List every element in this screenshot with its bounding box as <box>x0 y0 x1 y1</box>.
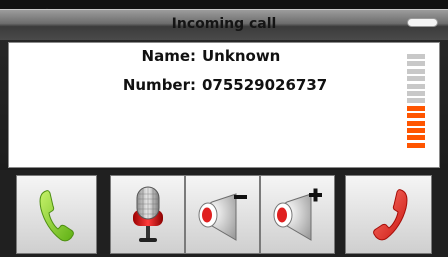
volume-level-indicator <box>407 54 425 150</box>
mute-microphone-button[interactable] <box>110 175 185 254</box>
caller-number-row: Number: 075529026737 <box>9 76 441 96</box>
caller-name-row: Name: Unknown <box>9 47 441 67</box>
microphone-icon <box>128 184 168 246</box>
reject-call-button[interactable] <box>345 175 432 254</box>
speaker-minus-icon <box>194 186 252 244</box>
volume-segment <box>407 135 425 141</box>
volume-segment <box>407 128 425 133</box>
window-title: Incoming call <box>171 16 277 32</box>
volume-segment <box>407 76 425 82</box>
volume-segment <box>407 142 425 148</box>
title-bar: Incoming call <box>0 9 448 40</box>
number-label: Number: <box>122 76 196 94</box>
volume-segment <box>407 105 425 111</box>
top-strip: ‿ ‿ ʼ <box>0 0 448 9</box>
speaker-plus-icon <box>269 186 327 244</box>
volume-segment <box>407 98 425 104</box>
volume-segment <box>407 61 425 67</box>
volume-segment <box>407 120 425 126</box>
phone-reject-icon <box>368 187 410 243</box>
answer-button[interactable] <box>16 175 97 254</box>
caller-info-panel: Name: Unknown Number: 075529026737 <box>8 42 440 168</box>
volume-segment <box>407 91 425 96</box>
volume-up-button[interactable] <box>260 175 335 254</box>
phone-answer-icon <box>37 188 77 242</box>
volume-down-button[interactable] <box>185 175 260 254</box>
minimize-button[interactable] <box>407 18 438 27</box>
incoming-call-window: ‿ ‿ ʼ Incoming call Name: Unknown Number… <box>0 0 448 257</box>
number-value: 075529026737 <box>202 76 328 94</box>
call-controls-bar <box>0 170 448 257</box>
volume-segment <box>407 68 425 74</box>
name-value: Unknown <box>202 47 281 65</box>
volume-segment <box>407 54 425 59</box>
volume-segment <box>407 83 425 89</box>
volume-segment <box>407 113 425 119</box>
name-label: Name: <box>141 47 196 65</box>
